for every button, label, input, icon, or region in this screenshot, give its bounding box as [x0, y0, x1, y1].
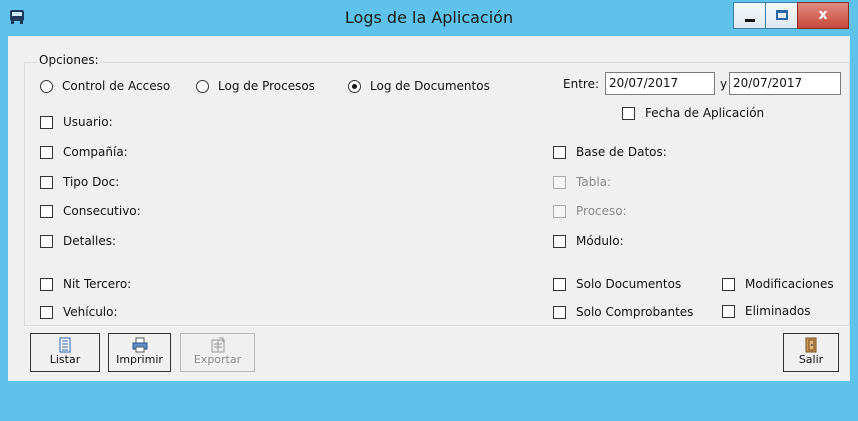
checkbox-label: Detalles: [63, 234, 117, 248]
base-datos-checkbox[interactable]: Base de Datos: [553, 144, 667, 160]
checkbox-box [40, 175, 53, 189]
listar-label: Listar [49, 353, 81, 366]
checkbox-label: Vehículo: [63, 305, 118, 319]
checkbox-label: Usuario: [63, 115, 113, 129]
window-bottom-border [0, 381, 858, 421]
checkbox-label: Fecha de Aplicación [645, 106, 765, 120]
checkbox-box [553, 234, 566, 248]
eliminados-checkbox[interactable]: Eliminados [722, 303, 810, 319]
modificaciones-checkbox[interactable]: Modificaciones [722, 276, 834, 292]
salir-button[interactable]: Salir [783, 333, 839, 372]
vehiculo-checkbox[interactable]: Vehículo: [40, 304, 118, 320]
app-window: Logs de la Aplicación x Opciones: Contro… [0, 0, 858, 421]
checkbox-box [722, 277, 735, 291]
checkbox-box [40, 115, 53, 129]
maximize-icon [776, 10, 788, 20]
checkbox-box [553, 305, 566, 319]
radio-label: Log de Procesos [218, 79, 315, 93]
checkbox-box [553, 175, 566, 189]
imprimir-label: Imprimir [116, 353, 163, 366]
detalles-checkbox[interactable]: Detalles: [40, 233, 116, 249]
radio-control-acceso[interactable]: Control de Acceso [40, 78, 170, 94]
date-to-input[interactable]: 20/07/2017 [729, 72, 841, 95]
checkbox-box [553, 277, 566, 291]
window-title: Logs de la Aplicación [344, 8, 514, 27]
checkbox-box [553, 204, 566, 218]
fecha-aplicacion-checkbox[interactable]: Fecha de Aplicación [622, 105, 764, 121]
checkbox-label: Tipo Doc: [63, 175, 120, 189]
usuario-checkbox[interactable]: Usuario: [40, 114, 113, 130]
checkbox-label: Proceso: [576, 204, 627, 218]
radio-log-documentos[interactable]: Log de Documentos [348, 78, 490, 94]
nit-tercero-checkbox[interactable]: Nit Tercero: [40, 276, 131, 292]
salir-label: Salir [798, 353, 824, 366]
checkbox-label: Módulo: [576, 234, 624, 248]
proceso-checkbox: Proceso: [553, 203, 627, 219]
exit-door-icon [805, 337, 817, 353]
checkbox-box [622, 106, 635, 120]
compania-checkbox[interactable]: Compañía: [40, 144, 128, 160]
title-bar[interactable]: Logs de la Aplicación x [0, 0, 858, 36]
close-button[interactable]: x [797, 2, 849, 29]
solo-comprobantes-checkbox[interactable]: Solo Comprobantes [553, 304, 693, 320]
checkbox-label: Base de Datos: [576, 145, 667, 159]
minimize-button[interactable] [733, 2, 765, 29]
date-from-input[interactable]: 20/07/2017 [605, 72, 715, 95]
checkbox-label: Compañía: [63, 145, 128, 159]
checkbox-label: Consecutivo: [63, 204, 141, 218]
checkbox-box [40, 145, 53, 159]
checkbox-label: Eliminados [745, 304, 811, 318]
checkbox-box [553, 145, 566, 159]
listar-button[interactable]: Listar [30, 333, 100, 372]
radio-indicator [40, 79, 53, 93]
printer-icon [132, 337, 147, 353]
radio-label: Control de Acceso [62, 79, 171, 93]
checkbox-label: Solo Comprobantes [576, 305, 694, 319]
exportar-label: Exportar [193, 353, 242, 366]
checkbox-box [40, 277, 53, 291]
tipo-doc-checkbox[interactable]: Tipo Doc: [40, 174, 119, 190]
radio-indicator [196, 79, 209, 93]
exportar-button[interactable]: Exportar [180, 333, 255, 372]
maximize-button[interactable] [765, 2, 797, 29]
checkbox-box [40, 305, 53, 319]
checkbox-label: Tabla: [576, 175, 612, 189]
bus-icon [10, 10, 24, 24]
minimize-icon [745, 19, 755, 22]
options-group-title: Opciones: [37, 53, 101, 67]
solo-documentos-checkbox[interactable]: Solo Documentos [553, 276, 681, 292]
checkbox-box [40, 204, 53, 218]
radio-log-procesos[interactable]: Log de Procesos [196, 78, 315, 94]
consecutivo-checkbox[interactable]: Consecutivo: [40, 203, 141, 219]
list-icon [59, 337, 71, 353]
checkbox-box [722, 304, 735, 318]
radio-label: Log de Documentos [370, 79, 490, 93]
y-label: y [720, 77, 728, 91]
imprimir-button[interactable]: Imprimir [108, 333, 171, 372]
close-icon: x [818, 7, 828, 23]
entre-label: Entre: [563, 77, 599, 91]
tabla-checkbox: Tabla: [553, 174, 611, 190]
checkbox-label: Solo Documentos [576, 277, 682, 291]
export-icon [211, 337, 224, 353]
checkbox-label: Nit Tercero: [63, 277, 132, 291]
modulo-checkbox[interactable]: Módulo: [553, 233, 624, 249]
radio-indicator-selected [348, 79, 361, 93]
checkbox-box [40, 234, 53, 248]
checkbox-label: Modificaciones [745, 277, 834, 291]
